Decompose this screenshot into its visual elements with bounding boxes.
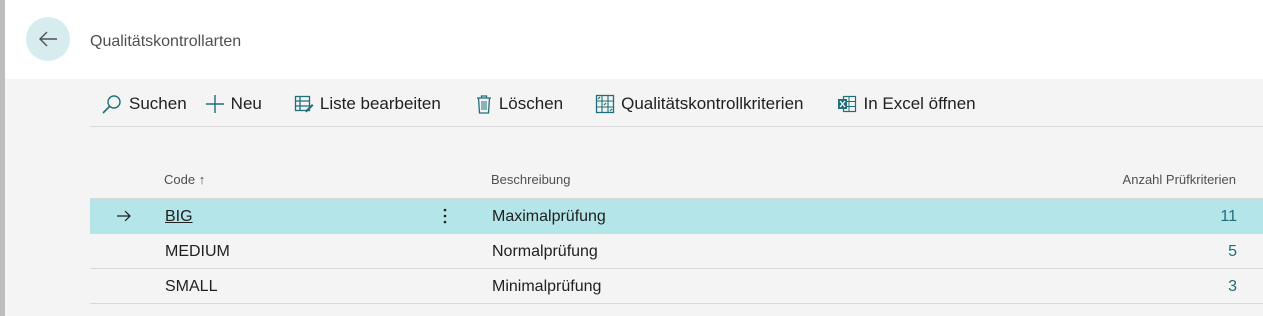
search-icon [102,95,121,114]
column-header-description[interactable]: Beschreibung [491,172,571,187]
excel-action[interactable]: In Excel öffnen [837,94,976,114]
row-code-link[interactable]: BIG [165,208,193,226]
row-description: Minimalprüfung [492,278,602,295]
criteria-icon [595,94,615,114]
plus-icon [205,95,224,113]
row-criteria-count[interactable]: 3 [1228,278,1237,296]
action-bar: Suchen Neu Liste bearbeiten Löschen Qual… [101,93,976,115]
row-actions-menu-icon[interactable] [442,206,448,226]
table-row[interactable]: BIG Maximalprüfung 11 [90,199,1263,234]
trash-icon [476,95,491,114]
table-row[interactable]: MEDIUM Normalprüfung 5 [90,234,1263,269]
edit-list-action[interactable]: Liste bearbeiten [294,94,441,114]
row-arrow-icon [117,210,131,222]
page-header: Qualitätskontrollarten [5,0,1263,79]
edit-list-action-label: Liste bearbeiten [319,94,441,113]
content-area: Suchen Neu Liste bearbeiten Löschen Qual… [5,79,1263,316]
column-header-count[interactable]: Anzahl Prüfkriterien [1123,172,1236,187]
search-action[interactable]: Suchen [101,94,187,114]
row-description: Maximalprüfung [492,208,606,225]
action-bar-divider [90,126,1263,127]
page-title: Qualitätskontrollarten [90,33,242,50]
excel-icon [838,95,857,113]
column-header-code[interactable]: Code ↑ [164,172,205,187]
new-action-label: Neu [230,94,262,113]
edit-list-icon [294,95,314,113]
column-header-code-label: Code [164,172,196,187]
row-criteria-count[interactable]: 5 [1228,243,1237,261]
data-grid: Code ↑ Beschreibung Anzahl Prüfkriterien… [90,159,1263,304]
search-action-label: Suchen [129,94,187,113]
criteria-action-label: Qualitätskontrollkriterien [621,94,804,113]
row-code[interactable]: MEDIUM [165,243,230,261]
row-description: Normalprüfung [492,243,598,260]
new-action[interactable]: Neu [205,94,262,114]
row-code[interactable]: SMALL [165,278,217,296]
excel-action-label: In Excel öffnen [863,94,976,113]
row-criteria-count[interactable]: 11 [1220,208,1237,226]
back-button[interactable] [26,17,70,61]
sort-ascending-icon: ↑ [198,172,206,187]
delete-action-label: Löschen [498,94,564,113]
delete-action[interactable]: Löschen [475,94,563,114]
grid-header: Code ↑ Beschreibung Anzahl Prüfkriterien [90,159,1263,199]
table-row[interactable]: SMALL Minimalprüfung 3 [90,269,1263,304]
arrow-left-icon [39,31,57,47]
criteria-action[interactable]: Qualitätskontrollkriterien [595,94,803,114]
